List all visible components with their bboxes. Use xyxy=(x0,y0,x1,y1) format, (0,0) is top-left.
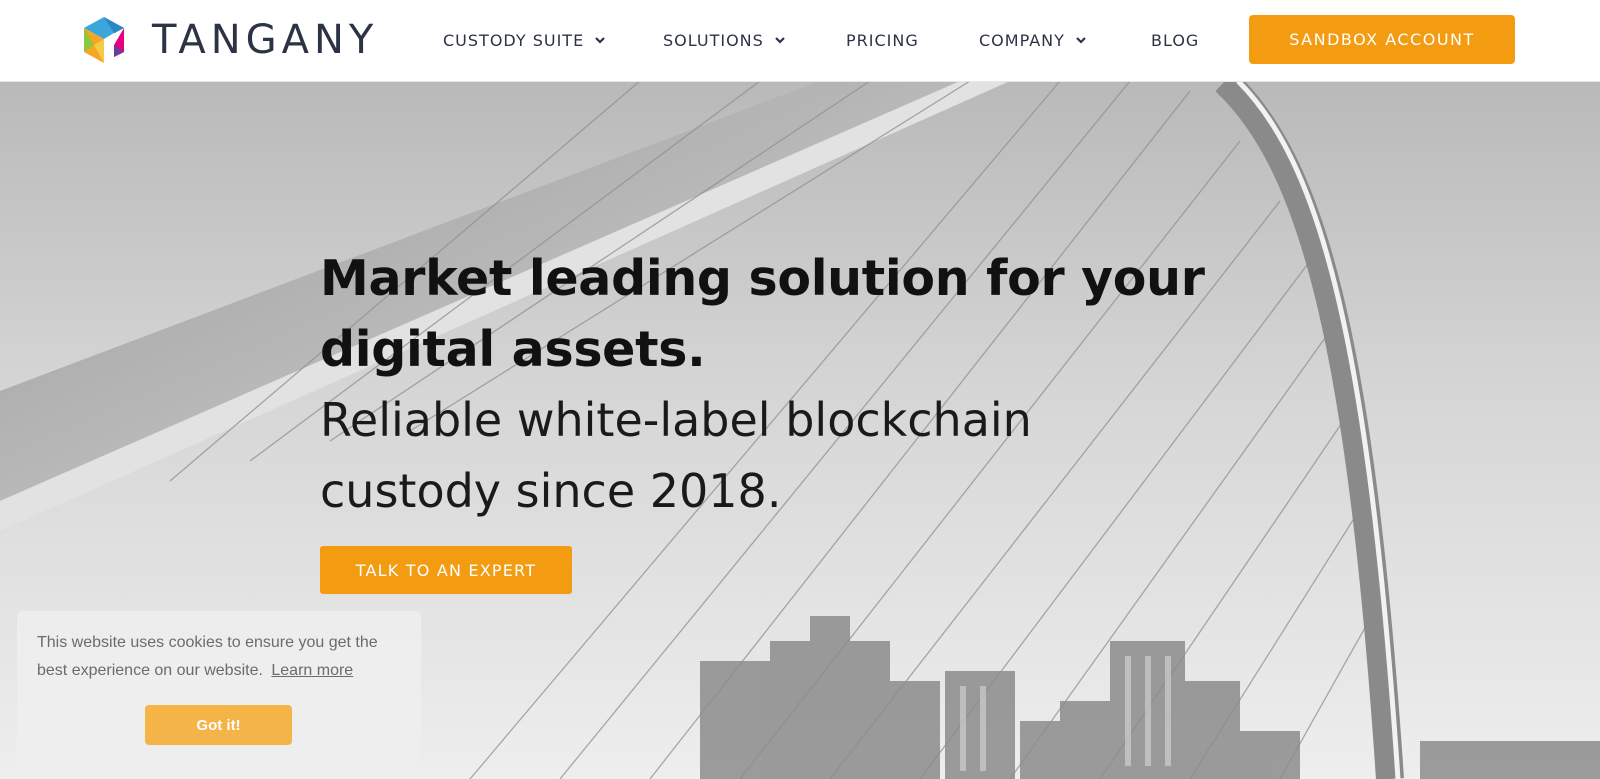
chevron-down-icon xyxy=(775,37,785,44)
talk-to-expert-button[interactable]: TALK TO AN EXPERT xyxy=(320,546,572,594)
nav-item-blog[interactable]: BLOG xyxy=(1151,0,1199,80)
nav-item-label: BLOG xyxy=(1151,30,1200,50)
site-header: TANGANY CUSTODY SUITE SOLUTIONS PRICING … xyxy=(0,0,1600,82)
chevron-down-icon xyxy=(595,37,605,44)
nav-item-custody-suite[interactable]: CUSTODY SUITE xyxy=(443,0,606,80)
nav-item-solutions[interactable]: SOLUTIONS xyxy=(663,0,786,80)
sandbox-account-button[interactable]: SANDBOX ACCOUNT xyxy=(1249,15,1515,64)
nav-item-pricing[interactable]: PRICING xyxy=(846,0,919,80)
cookie-banner: This website uses cookies to ensure you … xyxy=(17,611,421,766)
hero-title: Market leading solution for your digital… xyxy=(320,250,1205,378)
nav-item-label: PRICING xyxy=(846,30,919,50)
nav-item-label: COMPANY xyxy=(979,30,1065,50)
nav-item-company[interactable]: COMPANY xyxy=(979,0,1087,80)
hero-content: Market leading solution for your digital… xyxy=(320,243,1300,527)
learn-more-link[interactable]: Learn more xyxy=(271,662,353,679)
nav-item-label: CUSTODY SUITE xyxy=(443,30,585,50)
accept-cookies-button[interactable]: Got it! xyxy=(145,705,292,745)
chevron-down-icon xyxy=(1076,37,1086,44)
nav-item-label: SOLUTIONS xyxy=(663,30,764,50)
cookie-message-container: This website uses cookies to ensure you … xyxy=(37,629,401,685)
hero-subtitle: Reliable white-label blockchain custody … xyxy=(320,393,1032,518)
